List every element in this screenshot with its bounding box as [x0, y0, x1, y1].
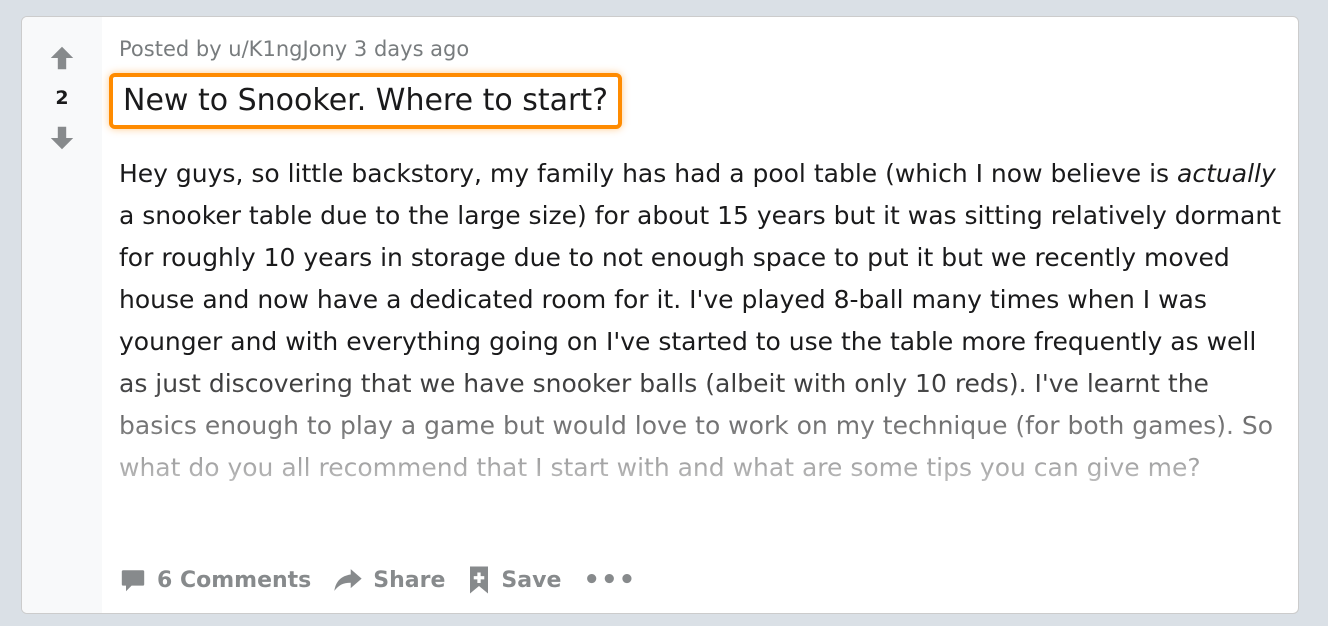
comments-label: 6 Comments: [157, 567, 312, 593]
post-body-text-1: Hey guys, so little backstory, my family…: [119, 159, 1178, 188]
upvote-button[interactable]: [47, 43, 77, 73]
share-button[interactable]: Share: [333, 566, 445, 594]
share-icon: [334, 569, 362, 591]
more-options-button[interactable]: •••: [583, 567, 636, 593]
post-body-text-2: a snooker table due to the large size) f…: [119, 201, 1282, 482]
post-body-italic: actually: [1177, 159, 1276, 188]
save-button[interactable]: Save: [467, 565, 561, 595]
vote-column: 2: [22, 17, 102, 613]
post-actions: 6 Comments Share Save •••: [119, 565, 636, 595]
post-body-paragraph: Hey guys, so little backstory, my family…: [119, 153, 1284, 489]
title-highlight: New to Snooker. Where to start?: [109, 73, 623, 129]
post-card: 2 Posted by u/K1ngJony 3 days ago New to…: [21, 16, 1299, 614]
post-body: Hey guys, so little backstory, my family…: [119, 153, 1284, 489]
save-label: Save: [501, 567, 562, 593]
arrow-down-icon: [50, 126, 74, 150]
arrow-up-icon: [50, 46, 74, 70]
comments-button[interactable]: 6 Comments: [119, 566, 311, 594]
post-meta: Posted by u/K1ngJony 3 days ago: [119, 37, 470, 61]
post-title[interactable]: New to Snooker. Where to start?: [123, 83, 608, 119]
vote-score: 2: [55, 87, 69, 109]
bookmark-plus-icon: [470, 566, 489, 594]
downvote-button[interactable]: [47, 123, 77, 153]
comment-icon: [121, 570, 145, 592]
share-label: Share: [373, 567, 446, 593]
